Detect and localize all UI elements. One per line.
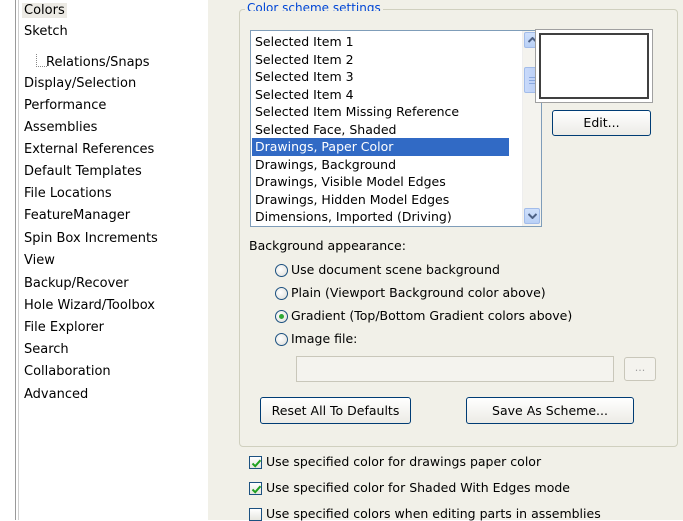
tree-item-file-explorer[interactable]: File Explorer — [24, 317, 104, 338]
checkbox-label[interactable]: Use specified color for drawings paper c… — [266, 454, 541, 469]
scroll-down-icon[interactable] — [524, 208, 540, 224]
tree-item-label: Sketch — [24, 24, 68, 39]
tree-item-performance[interactable]: Performance — [24, 95, 106, 116]
list-item[interactable]: Drawings, Hidden Model Edges — [252, 191, 509, 209]
list-item[interactable]: Selected Item 2 — [252, 51, 509, 69]
color-swatch — [539, 33, 649, 99]
tree-item-label: Performance — [24, 98, 107, 113]
list-item[interactable]: Selected Item Missing Reference — [252, 103, 509, 121]
list-item-selected[interactable]: Drawings, Paper Color — [252, 138, 509, 156]
tree-guide-line — [18, 0, 19, 520]
background-appearance-label: Background appearance: — [249, 238, 406, 253]
tree-item-label: Search — [24, 342, 69, 357]
color-scheme-list[interactable]: Selected Item 1 Selected Item 2 Selected… — [250, 30, 542, 227]
tree-item-label: Colors — [22, 3, 67, 18]
tree-item-assemblies[interactable]: Assemblies — [24, 117, 97, 138]
radio-label[interactable]: Plain (Viewport Background color above) — [291, 285, 546, 300]
tree-item-label: Default Templates — [24, 164, 142, 179]
tree-item-view[interactable]: View — [24, 250, 55, 271]
settings-panel: Color scheme settings Selected Item 1 Se… — [208, 0, 683, 521]
color-scheme-legend: Color scheme settings — [245, 2, 383, 11]
list-item[interactable]: Selected Item 3 — [252, 68, 509, 86]
edit-color-button[interactable]: Edit... — [552, 110, 651, 136]
tree-item-colors[interactable]: Colors — [22, 0, 67, 21]
tree-item-label: Spin Box Increments — [24, 231, 158, 246]
list-item[interactable]: Selected Face, Shaded — [252, 121, 509, 139]
tree-item-relations-snaps[interactable]: Relations/Snaps — [46, 52, 150, 73]
checkbox-editing-parts-in-assemblies[interactable] — [249, 508, 262, 521]
radio-plain[interactable] — [275, 287, 288, 300]
reset-defaults-button[interactable]: Reset All To Defaults — [260, 397, 411, 424]
tree-item-hole-wizard-toolbox[interactable]: Hole Wizard/Toolbox — [24, 295, 155, 316]
tree-item-label: External References — [24, 142, 155, 157]
radio-document-scene[interactable] — [275, 264, 288, 277]
tree-item-backup-recover[interactable]: Backup/Recover — [24, 273, 129, 294]
tree-item-label: Backup/Recover — [24, 276, 129, 291]
tree-item-label: Hole Wizard/Toolbox — [24, 298, 155, 313]
tree-item-collaboration[interactable]: Collaboration — [24, 361, 111, 382]
tree-item-display-selection[interactable]: Display/Selection — [24, 73, 136, 94]
radio-label[interactable]: Gradient (Top/Bottom Gradient colors abo… — [291, 308, 572, 323]
tree-item-external-references[interactable]: External References — [24, 139, 154, 160]
radio-label[interactable]: Use document scene background — [291, 262, 500, 277]
radio-gradient[interactable] — [275, 310, 288, 323]
checkbox-drawings-paper-color[interactable] — [249, 456, 262, 469]
tree-border — [15, 0, 16, 520]
tree-item-featuremanager[interactable]: FeatureManager — [24, 205, 130, 226]
tree-item-label: File Locations — [24, 186, 112, 201]
tree-item-file-locations[interactable]: File Locations — [24, 183, 112, 204]
tree-item-spin-box-increments[interactable]: Spin Box Increments — [24, 228, 158, 249]
tree-item-default-templates[interactable]: Default Templates — [24, 161, 142, 182]
browse-button[interactable]: ... — [624, 357, 656, 381]
tree-item-label: Assemblies — [24, 120, 98, 135]
list-item[interactable]: Dimensions, Imported (Driving) — [252, 208, 509, 226]
list-item[interactable]: Drawings, Visible Model Edges — [252, 173, 509, 191]
list-item[interactable]: Selected Item 4 — [252, 86, 509, 104]
list-item[interactable]: Selected Item 1 — [252, 33, 509, 51]
tree-item-label: Relations/Snaps — [46, 55, 150, 70]
checkbox-label[interactable]: Use specified color for Shaded With Edge… — [266, 480, 570, 495]
options-tree: Colors Sketch Relations/Snaps Display/Se… — [0, 0, 208, 520]
tree-item-label: FeatureManager — [24, 208, 131, 223]
tree-item-label: Collaboration — [24, 364, 111, 379]
tree-item-label: View — [24, 253, 55, 268]
radio-image-file[interactable] — [275, 333, 288, 346]
checkbox-label[interactable]: Use specified colors when editing parts … — [266, 506, 601, 521]
tree-item-advanced[interactable]: Advanced — [24, 384, 88, 405]
tree-item-search[interactable]: Search — [24, 339, 69, 360]
tree-item-label: File Explorer — [24, 320, 105, 335]
image-file-input[interactable] — [296, 356, 614, 382]
checkbox-shaded-with-edges[interactable] — [249, 482, 262, 495]
save-as-scheme-button[interactable]: Save As Scheme... — [466, 397, 634, 424]
tree-item-label: Advanced — [24, 387, 89, 402]
radio-label[interactable]: Image file: — [291, 331, 357, 346]
list-item[interactable]: Drawings, Background — [252, 156, 509, 174]
tree-item-sketch[interactable]: Sketch — [24, 21, 68, 42]
tree-item-label: Display/Selection — [24, 76, 137, 91]
